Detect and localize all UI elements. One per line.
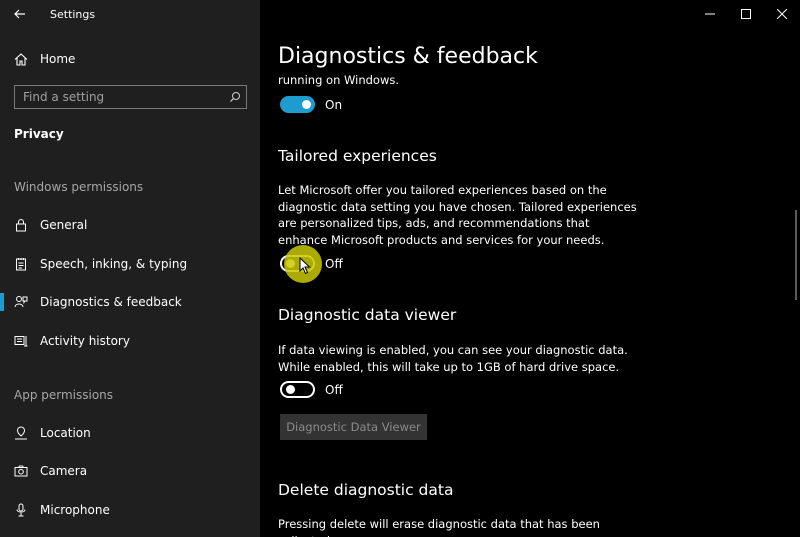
delete-diagnostic-data-heading: Delete diagnostic data — [278, 481, 454, 499]
lock-icon — [14, 218, 28, 232]
group-title-windows-permissions: Windows permissions — [14, 180, 144, 194]
sidebar-item-label: Diagnostics & feedback — [40, 295, 182, 309]
sidebar-item-location[interactable]: Location — [0, 415, 260, 451]
group-title-app-permissions: App permissions — [14, 388, 114, 402]
activity-icon — [14, 334, 28, 348]
window-controls — [692, 0, 800, 28]
sidebar-item-speech-inking-typing[interactable]: Speech, inking, & typing — [0, 246, 260, 282]
scrollbar[interactable] — [795, 210, 797, 300]
home-label: Home — [40, 52, 76, 66]
diagnostic-toggle[interactable] — [280, 96, 315, 113]
main-content: Diagnostics & feedback running on Window… — [260, 0, 800, 537]
minimize-icon — [705, 13, 715, 15]
page-title: Diagnostics & feedback — [278, 44, 538, 69]
close-button[interactable] — [764, 0, 800, 28]
location-icon — [14, 426, 28, 440]
sidebar-item-label: Camera — [40, 464, 88, 478]
sidebar-item-label: Activity history — [40, 334, 130, 348]
toggle-row-viewer: Off — [280, 381, 343, 398]
feedback-icon — [14, 295, 28, 309]
tailored-experiences-heading: Tailored experiences — [278, 147, 437, 165]
sidebar-item-general[interactable]: General — [0, 207, 260, 243]
maximize-icon — [741, 9, 751, 19]
search-input[interactable] — [15, 86, 224, 108]
section-title-privacy: Privacy — [14, 127, 64, 141]
title-bar: Settings — [0, 0, 260, 28]
truncated-description: running on Windows. — [278, 73, 400, 87]
toggle-knob — [302, 100, 311, 109]
mouse-cursor-icon — [299, 257, 311, 275]
microphone-icon — [14, 503, 28, 517]
home-nav-item[interactable]: Home — [0, 44, 260, 74]
sidebar-item-label: General — [40, 218, 88, 232]
tailored-experiences-description: Let Microsoft offer you tailored experie… — [278, 183, 637, 247]
search-box[interactable] — [14, 85, 247, 109]
sidebar-item-microphone[interactable]: Microphone — [0, 492, 260, 528]
selection-indicator — [0, 293, 4, 311]
sidebar-item-label: Location — [40, 426, 91, 440]
minimize-button[interactable] — [692, 0, 728, 28]
sidebar-item-label: Microphone — [40, 503, 110, 517]
toggle-state-label: On — [325, 97, 343, 112]
search-icon[interactable] — [224, 86, 246, 108]
diagnostic-data-viewer-toggle[interactable] — [280, 381, 315, 398]
maximize-button[interactable] — [728, 0, 764, 28]
toggle-row-diagnostic: On — [280, 96, 342, 113]
diagnostic-data-viewer-heading: Diagnostic data viewer — [278, 306, 457, 324]
toggle-state-label: Off — [325, 382, 343, 397]
app-title: Settings — [50, 7, 96, 21]
sidebar-item-activity-history[interactable]: Activity history — [0, 323, 260, 359]
home-icon — [14, 52, 28, 66]
sidebar-item-camera[interactable]: Camera — [0, 453, 260, 489]
diagnostic-data-viewer-description: If data viewing is enabled, you can see … — [278, 343, 628, 374]
camera-icon — [14, 464, 28, 478]
toggle-knob — [286, 385, 295, 394]
delete-diagnostic-data-description: Pressing delete will erase diagnostic da… — [278, 517, 600, 537]
back-arrow-icon — [14, 9, 25, 19]
sidebar-item-diagnostics-feedback[interactable]: Diagnostics & feedback — [0, 284, 260, 320]
diagnostic-data-viewer-button[interactable]: Diagnostic Data Viewer — [280, 414, 427, 440]
notepad-icon — [14, 257, 28, 271]
close-icon — [777, 9, 787, 19]
sidebar: Settings Home Privacy Windows permission… — [0, 0, 260, 537]
toggle-state-label: Off — [325, 256, 343, 271]
back-button[interactable] — [0, 0, 40, 28]
sidebar-item-label: Speech, inking, & typing — [40, 257, 188, 271]
